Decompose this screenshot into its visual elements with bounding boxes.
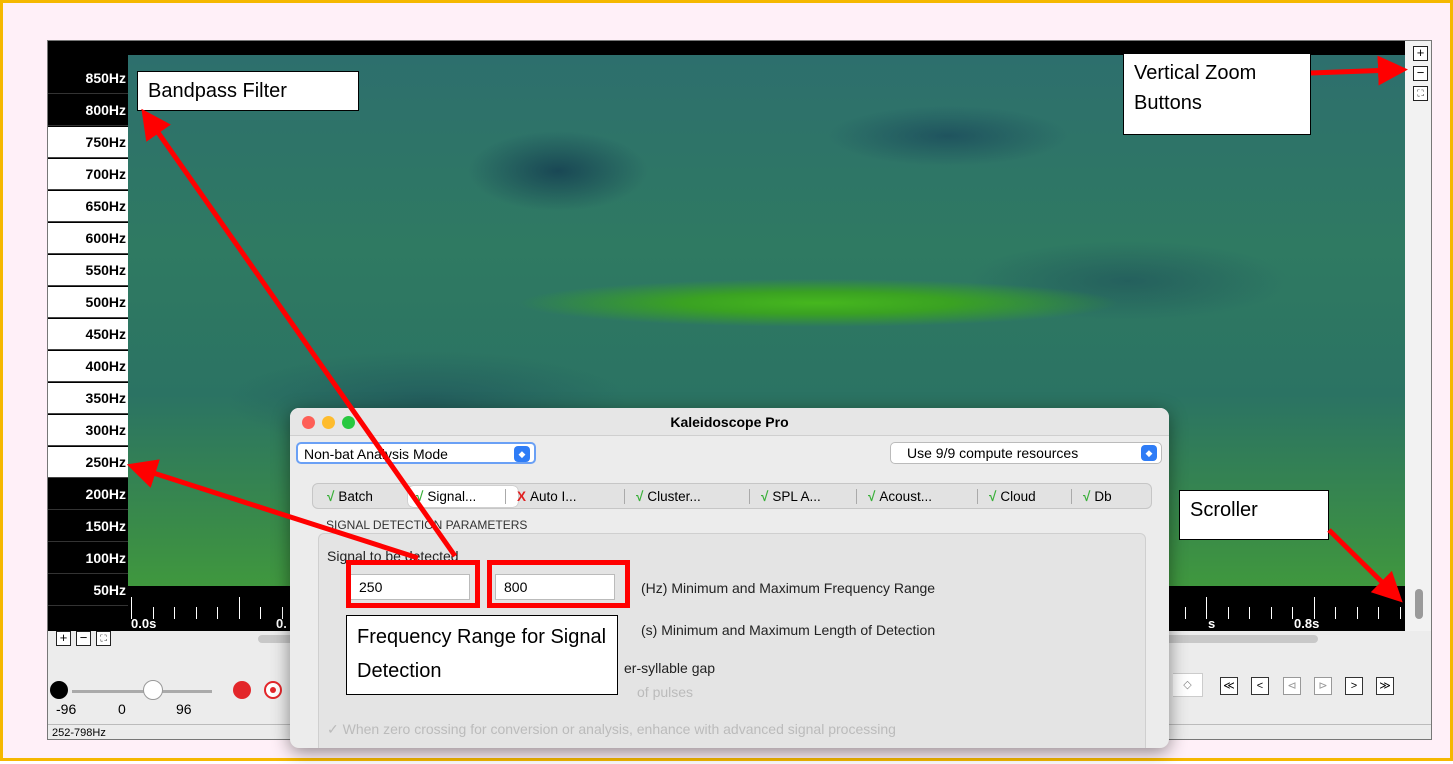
scroller-arrow [1327, 528, 1403, 603]
annotation-arrows [126, 55, 1408, 603]
bandpass-arrow-bottom [126, 459, 419, 561]
bandpass-arrow-top [141, 108, 458, 558]
zoom-arrow [1310, 55, 1408, 86]
figure-frame: 850Hz 800Hz 750Hz 700Hz 650Hz 600Hz 550Hz 500Hz… [0, 0, 1453, 761]
